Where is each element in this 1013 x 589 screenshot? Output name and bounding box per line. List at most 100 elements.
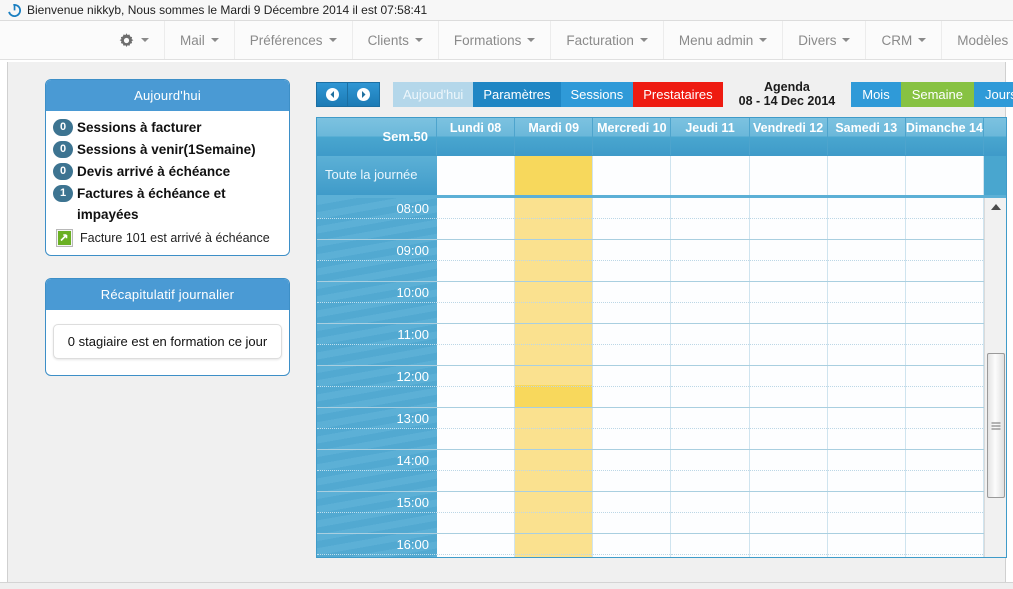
all-day-slot-jeudi[interactable]	[671, 156, 750, 195]
slot-dimanche[interactable]	[905, 282, 984, 323]
slot-vendredi[interactable]	[749, 408, 828, 449]
slot-samedi[interactable]	[827, 534, 906, 557]
slot-lundi[interactable]	[437, 282, 516, 323]
nav-item-mail[interactable]: Mail	[164, 21, 235, 59]
slot-dimanche[interactable]	[905, 408, 984, 449]
tab-view-semaine[interactable]: Semaine	[900, 81, 975, 107]
nav-item-crm[interactable]: CRM	[865, 21, 943, 59]
power-icon[interactable]	[8, 3, 21, 17]
slot-mercredi[interactable]	[593, 198, 672, 239]
stat-devis-echeance[interactable]: 0 Devis arrivé à échéance	[53, 161, 282, 182]
slot-mercredi[interactable]	[593, 408, 672, 449]
slot-vendredi[interactable]	[749, 450, 828, 491]
slot-lundi[interactable]	[437, 324, 516, 365]
nav-item-preferences[interactable]: Préférences	[233, 21, 353, 59]
slot-dimanche[interactable]	[905, 240, 984, 281]
slot-dimanche[interactable]	[905, 324, 984, 365]
slot-mercredi[interactable]	[593, 492, 672, 533]
nav-item-facturation[interactable]: Facturation	[550, 21, 664, 59]
slot-jeudi[interactable]	[671, 198, 750, 239]
slot-vendredi[interactable]	[749, 198, 828, 239]
slot-mercredi[interactable]	[593, 534, 672, 557]
slot-jeudi[interactable]	[671, 534, 750, 557]
prev-week-button[interactable]	[316, 81, 348, 107]
slot-mercredi[interactable]	[593, 282, 672, 323]
day-header-dimanche[interactable]: Dimanche 14	[905, 118, 984, 155]
calendar-vertical-scrollbar[interactable]	[984, 198, 1006, 557]
nav-item-menu-admin[interactable]: Menu admin	[662, 21, 784, 59]
slot-samedi[interactable]	[827, 282, 906, 323]
all-day-slot-lundi[interactable]	[437, 156, 516, 195]
tab-aujourdhui[interactable]: Aujoud'hui	[393, 81, 474, 107]
slot-jeudi[interactable]	[671, 450, 750, 491]
slot-mardi[interactable]	[515, 366, 594, 407]
all-day-slot-mardi[interactable]	[515, 156, 594, 195]
slot-lundi[interactable]	[437, 240, 516, 281]
slot-dimanche[interactable]	[905, 366, 984, 407]
slot-lundi[interactable]	[437, 408, 516, 449]
slot-samedi[interactable]	[827, 408, 906, 449]
slot-vendredi[interactable]	[749, 366, 828, 407]
slot-mercredi[interactable]	[593, 366, 672, 407]
tab-view-jours[interactable]: Jours	[974, 81, 1013, 107]
slot-jeudi[interactable]	[671, 240, 750, 281]
slot-vendredi[interactable]	[749, 240, 828, 281]
slot-samedi[interactable]	[827, 324, 906, 365]
slot-vendredi[interactable]	[749, 534, 828, 557]
slot-jeudi[interactable]	[671, 492, 750, 533]
slot-jeudi[interactable]	[671, 324, 750, 365]
slot-lundi[interactable]	[437, 534, 516, 557]
all-day-slot-vendredi[interactable]	[749, 156, 828, 195]
slot-dimanche[interactable]	[905, 450, 984, 491]
slot-dimanche[interactable]	[905, 492, 984, 533]
slot-lundi[interactable]	[437, 492, 516, 533]
slot-lundi[interactable]	[437, 198, 516, 239]
stat-sessions-a-facturer[interactable]: 0 Sessions à facturer	[53, 117, 282, 138]
slot-jeudi[interactable]	[671, 408, 750, 449]
day-header-lundi[interactable]: Lundi 08	[437, 118, 516, 155]
slot-mardi[interactable]	[515, 198, 594, 239]
slot-mardi[interactable]	[515, 240, 594, 281]
slot-lundi[interactable]	[437, 450, 516, 491]
tab-parametres[interactable]: Paramètres	[473, 81, 561, 107]
slot-mardi[interactable]	[515, 324, 594, 365]
slot-mercredi[interactable]	[593, 450, 672, 491]
slot-vendredi[interactable]	[749, 282, 828, 323]
slot-samedi[interactable]	[827, 198, 906, 239]
slot-jeudi[interactable]	[671, 366, 750, 407]
slot-mercredi[interactable]	[593, 324, 672, 365]
day-header-jeudi[interactable]: Jeudi 11	[671, 118, 750, 155]
nav-item-divers[interactable]: Divers	[782, 21, 867, 59]
slot-lundi[interactable]	[437, 366, 516, 407]
tab-sessions[interactable]: Sessions	[560, 81, 634, 107]
slot-dimanche[interactable]	[905, 534, 984, 557]
tab-view-mois[interactable]: Mois	[851, 81, 901, 107]
slot-mercredi[interactable]	[593, 240, 672, 281]
slot-vendredi[interactable]	[749, 324, 828, 365]
slot-mardi[interactable]	[515, 534, 594, 557]
nav-item-modeles[interactable]: Modèles	[941, 21, 1013, 59]
all-day-slot-mercredi[interactable]	[593, 156, 672, 195]
nav-item-settings-gear[interactable]	[103, 21, 165, 59]
stat-sessions-a-venir[interactable]: 0 Sessions à venir(1Semaine)	[53, 139, 282, 160]
tab-prestataires[interactable]: Prestataires	[633, 81, 723, 107]
slot-dimanche[interactable]	[905, 198, 984, 239]
slot-mardi[interactable]	[515, 492, 594, 533]
slot-samedi[interactable]	[827, 366, 906, 407]
slot-samedi[interactable]	[827, 240, 906, 281]
day-header-vendredi[interactable]: Vendredi 12	[749, 118, 828, 155]
slot-mardi[interactable]	[515, 450, 594, 491]
stat-factures-impayees[interactable]: 1 Factures à échéance et impayées	[53, 183, 282, 225]
day-header-mercredi[interactable]: Mercredi 10	[593, 118, 672, 155]
slot-samedi[interactable]	[827, 492, 906, 533]
scroll-up-arrow-icon[interactable]	[990, 204, 1001, 210]
slot-mardi[interactable]	[515, 408, 594, 449]
slot-jeudi[interactable]	[671, 282, 750, 323]
all-day-slot-samedi[interactable]	[827, 156, 906, 195]
day-header-samedi[interactable]: Samedi 13	[827, 118, 906, 155]
notice-facture-echeance[interactable]: Facture 101 est arrivé à échéance	[53, 229, 282, 247]
day-header-mardi[interactable]: Mardi 09	[515, 118, 594, 155]
slot-mardi[interactable]	[515, 282, 594, 323]
nav-item-formations[interactable]: Formations	[437, 21, 552, 59]
nav-item-clients[interactable]: Clients	[351, 21, 439, 59]
